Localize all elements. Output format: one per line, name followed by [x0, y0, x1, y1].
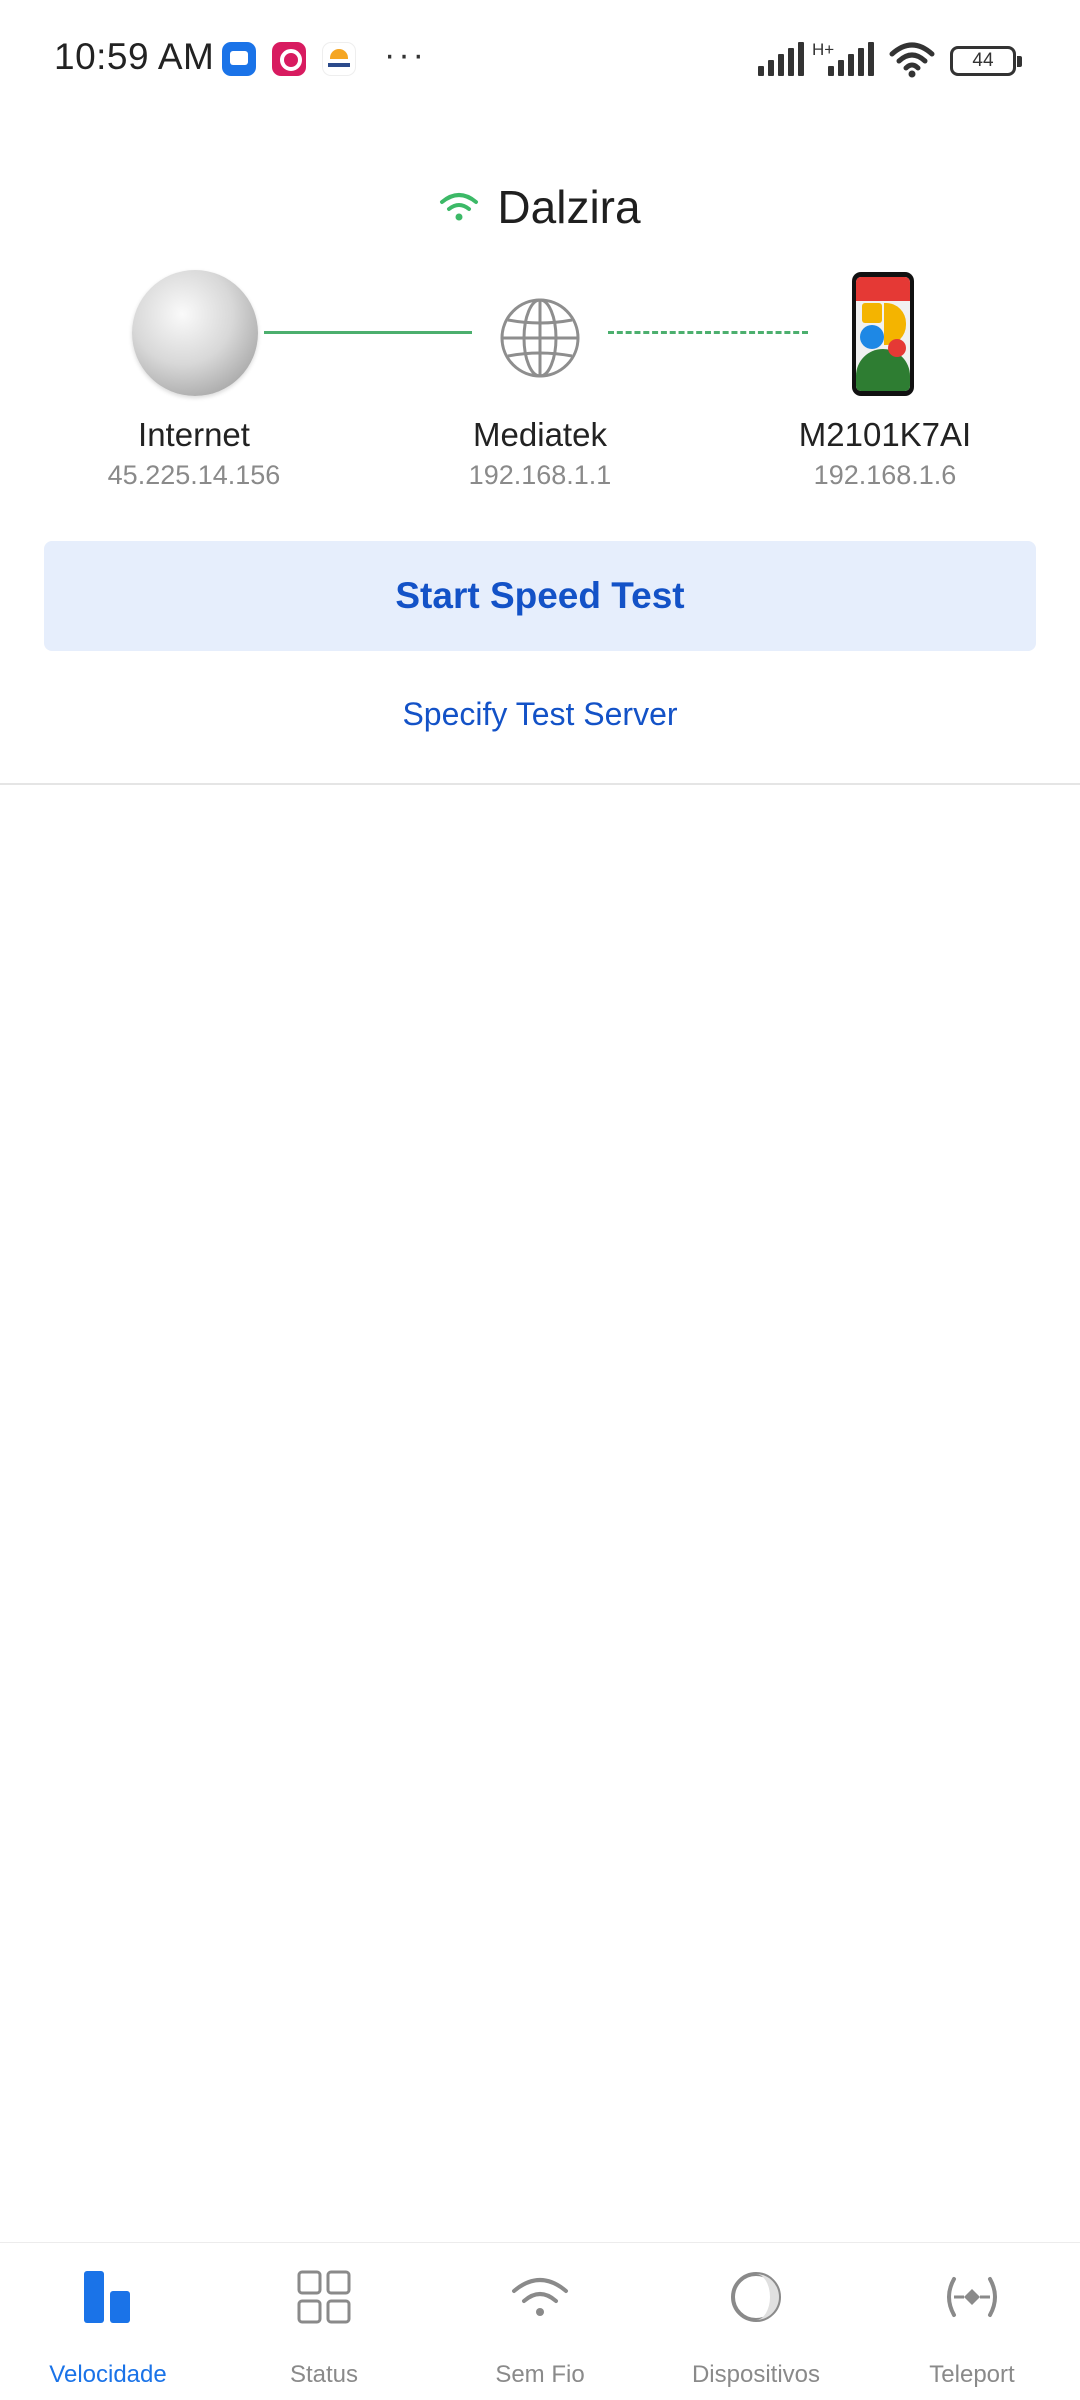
tab-status[interactable]: Status	[216, 2243, 432, 2400]
tab-teleport[interactable]: Teleport	[864, 2243, 1080, 2400]
node-device-label: M2101K7AI	[798, 416, 972, 453]
divider	[0, 783, 1080, 785]
node-router-label: Mediatek	[473, 416, 607, 453]
node-internet: Internet 45.225.14.156	[44, 410, 344, 491]
app-notification-icon	[272, 42, 306, 76]
start-speed-test-button[interactable]: Start Speed Test	[44, 541, 1036, 651]
wifi-status-icon	[889, 42, 935, 78]
node-router: Mediatek 192.168.1.1	[390, 410, 690, 491]
signal-strength-icon-2	[828, 42, 876, 76]
devices-circle-icon	[731, 2272, 781, 2322]
signal-strength-icon	[758, 42, 806, 76]
network-header: Dalzira	[0, 180, 1080, 234]
node-device-ip: 192.168.1.6	[813, 460, 957, 490]
internet-globe-icon	[132, 270, 258, 396]
internet-link-line	[264, 331, 472, 334]
more-notifications-icon: ···	[384, 36, 427, 74]
clock: 10:59 AM	[54, 36, 215, 77]
messages-icon	[222, 42, 256, 76]
wifi-icon	[440, 192, 479, 221]
teleport-icon	[947, 2277, 997, 2317]
router-globe-icon	[500, 298, 580, 378]
tab-sem-fio[interactable]: Sem Fio	[432, 2243, 648, 2400]
wifi-icon	[512, 2278, 568, 2316]
specify-test-server-link[interactable]: Specify Test Server	[0, 696, 1080, 733]
tab-dispositivos[interactable]: Dispositivos	[648, 2243, 864, 2400]
node-internet-ip: 45.225.14.156	[107, 460, 281, 490]
tab-sem-fio-label: Sem Fio	[495, 2361, 585, 2388]
tab-velocidade-label: Velocidade	[49, 2361, 167, 2388]
node-device: M2101K7AI 192.168.1.6	[735, 410, 1035, 491]
speed-bars-icon	[84, 2271, 130, 2323]
network-ssid: Dalzira	[497, 181, 641, 233]
tab-status-label: Status	[289, 2361, 359, 2388]
tab-dispositivos-label: Dispositivos	[691, 2361, 821, 2388]
bottom-navigation: Velocidade Status Sem Fio Dispositivos T…	[0, 2242, 1080, 2400]
weather-icon	[322, 42, 356, 76]
phone-device-icon	[852, 272, 914, 396]
tab-velocidade[interactable]: Velocidade	[0, 2243, 216, 2400]
device-link-line	[608, 331, 808, 334]
node-internet-label: Internet	[138, 416, 250, 453]
tab-teleport-label: Teleport	[929, 2361, 1015, 2388]
status-bar: 10:59 AM ··· H+ 44	[0, 0, 1080, 120]
grid-icon	[297, 2270, 351, 2324]
node-router-ip: 192.168.1.1	[468, 460, 612, 490]
battery-icon: 44	[950, 46, 1022, 76]
